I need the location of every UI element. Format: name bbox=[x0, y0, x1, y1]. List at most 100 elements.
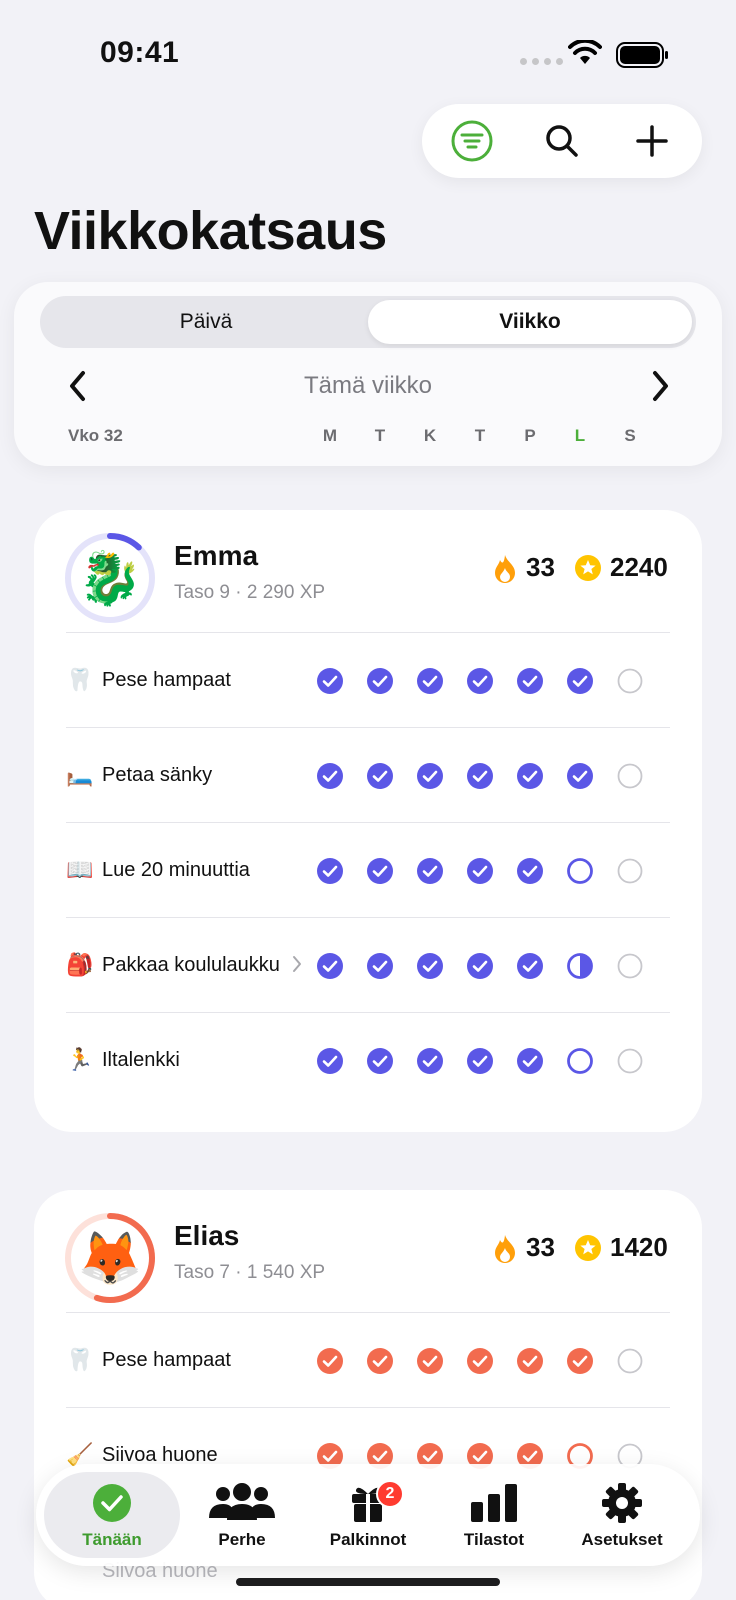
day-status-empty[interactable] bbox=[616, 762, 644, 790]
task-emoji-icon: 📖 bbox=[66, 857, 94, 882]
filter-icon bbox=[451, 120, 493, 162]
segment-day[interactable]: Päivä bbox=[44, 300, 368, 344]
week-navigation: Tämä viikko bbox=[14, 366, 722, 406]
day-status-done[interactable] bbox=[516, 667, 544, 695]
day-status-done[interactable] bbox=[316, 857, 344, 885]
day-status-done[interactable] bbox=[516, 762, 544, 790]
day-status-done[interactable] bbox=[416, 762, 444, 790]
day-status-done[interactable] bbox=[416, 1047, 444, 1075]
task-row[interactable]: 🦷 Pese hampaat bbox=[66, 632, 670, 729]
day-status-done[interactable] bbox=[566, 762, 594, 790]
next-week-button[interactable] bbox=[640, 366, 680, 406]
member-name: Elias bbox=[174, 1220, 240, 1251]
tab-bar: Tänään Perhe 2 Palkinnot Tilastot Asetuk… bbox=[36, 1464, 700, 1566]
status-bar: 09:41 bbox=[0, 0, 736, 100]
chevron-right-icon[interactable] bbox=[292, 955, 302, 973]
day-status-done[interactable] bbox=[366, 857, 394, 885]
status-time: 09:41 bbox=[100, 36, 180, 69]
day-status-done[interactable] bbox=[316, 1347, 344, 1375]
task-label: Pakkaa koululaukku bbox=[102, 954, 280, 976]
day-status-done[interactable] bbox=[516, 1047, 544, 1075]
day-status-half[interactable] bbox=[566, 952, 594, 980]
day-status-done[interactable] bbox=[466, 857, 494, 885]
task-row[interactable]: 🦷 Pese hampaat bbox=[66, 1312, 670, 1409]
member-level-xp: Taso 7 · 1 540 XP bbox=[174, 1262, 326, 1283]
day-status-done[interactable] bbox=[316, 667, 344, 695]
day-status-done[interactable] bbox=[416, 1347, 444, 1375]
day-status-empty[interactable] bbox=[616, 1047, 644, 1075]
day-status-done[interactable] bbox=[366, 952, 394, 980]
search-icon bbox=[546, 125, 578, 157]
tab-today[interactable]: Tänään bbox=[44, 1472, 180, 1558]
gear-icon bbox=[602, 1483, 642, 1523]
day-status-done[interactable] bbox=[466, 1047, 494, 1075]
coin-count: 2240 bbox=[610, 552, 668, 582]
avatar-emoji: 🦊 bbox=[77, 1229, 143, 1288]
task-label: Iltalenkki bbox=[102, 1049, 180, 1071]
segment-week[interactable]: Viikko bbox=[368, 300, 692, 344]
day-status-done[interactable] bbox=[366, 667, 394, 695]
task-label: Lue 20 minuuttia bbox=[102, 859, 250, 881]
member-card-emma[interactable]: 🐉 Emma Taso 9 · 2 290 XP 33 2240 🦷 Pese … bbox=[34, 510, 702, 1132]
day-status-done[interactable] bbox=[366, 762, 394, 790]
check-circle-icon bbox=[93, 1484, 131, 1522]
day-letter: T bbox=[474, 426, 486, 445]
day-status-done[interactable] bbox=[366, 1047, 394, 1075]
task-emoji-icon: 🦷 bbox=[66, 1347, 94, 1372]
day-status-done[interactable] bbox=[516, 1347, 544, 1375]
task-row[interactable]: 🏃 Iltalenkki bbox=[66, 1012, 670, 1109]
day-status-done[interactable] bbox=[516, 857, 544, 885]
day-status-pending[interactable] bbox=[566, 857, 594, 885]
day-status-done[interactable] bbox=[566, 667, 594, 695]
day-letter: T bbox=[374, 426, 386, 445]
task-label: Pese hampaat bbox=[102, 1349, 231, 1371]
task-emoji-icon: 🛏️ bbox=[66, 762, 94, 787]
tab-family[interactable]: Perhe bbox=[174, 1472, 310, 1558]
task-emoji-icon: 🎒 bbox=[66, 952, 94, 977]
task-row[interactable]: 📖 Lue 20 minuuttia bbox=[66, 822, 670, 919]
tab-family-label: Perhe bbox=[218, 1530, 266, 1549]
search-button[interactable] bbox=[538, 117, 586, 165]
day-status-done[interactable] bbox=[316, 1047, 344, 1075]
add-button[interactable] bbox=[628, 117, 676, 165]
day-status-empty[interactable] bbox=[616, 1347, 644, 1375]
day-status-empty[interactable] bbox=[616, 857, 644, 885]
day-status-done[interactable] bbox=[416, 667, 444, 695]
day-status-done[interactable] bbox=[316, 762, 344, 790]
week-selector-card: Päivä Viikko Tämä viikko Vko 32 M T K T P L S bbox=[14, 282, 722, 466]
day-status-pending[interactable] bbox=[566, 1047, 594, 1075]
week-number: Vko 32 bbox=[68, 426, 123, 445]
view-segmented-control: Päivä Viikko bbox=[40, 296, 696, 348]
task-row[interactable]: 🛏️ Petaa sänky bbox=[66, 727, 670, 824]
filter-button[interactable] bbox=[448, 117, 496, 165]
day-status-done[interactable] bbox=[416, 952, 444, 980]
flame-icon bbox=[492, 554, 518, 584]
previous-week-button[interactable] bbox=[58, 366, 98, 406]
day-status-done[interactable] bbox=[466, 952, 494, 980]
day-status-done[interactable] bbox=[466, 667, 494, 695]
member-name: Emma bbox=[174, 540, 259, 571]
task-row[interactable]: 🎒 Pakkaa koululaukku bbox=[66, 917, 670, 1014]
avatar[interactable]: 🐉 bbox=[62, 530, 158, 626]
tab-settings[interactable]: Asetukset bbox=[554, 1472, 690, 1558]
coin-count: 1420 bbox=[610, 1232, 668, 1262]
battery-icon bbox=[616, 42, 668, 68]
day-status-done[interactable] bbox=[516, 952, 544, 980]
tab-rewards[interactable]: 2 Palkinnot bbox=[300, 1472, 436, 1558]
day-status-done[interactable] bbox=[566, 1347, 594, 1375]
avatar[interactable]: 🦊 bbox=[62, 1210, 158, 1306]
day-status-done[interactable] bbox=[466, 762, 494, 790]
task-emoji-icon: 🏃 bbox=[66, 1047, 94, 1072]
day-status-done[interactable] bbox=[366, 1347, 394, 1375]
week-label: Tämä viikko bbox=[303, 372, 433, 399]
day-status-empty[interactable] bbox=[616, 667, 644, 695]
day-status-done[interactable] bbox=[466, 1347, 494, 1375]
day-letter: P bbox=[524, 426, 536, 445]
day-status-empty[interactable] bbox=[616, 952, 644, 980]
day-status-done[interactable] bbox=[416, 857, 444, 885]
plus-icon bbox=[636, 125, 668, 157]
people-icon bbox=[209, 1483, 275, 1520]
day-status-done[interactable] bbox=[316, 952, 344, 980]
tab-stats[interactable]: Tilastot bbox=[426, 1472, 562, 1558]
chevron-left-icon bbox=[70, 371, 85, 401]
